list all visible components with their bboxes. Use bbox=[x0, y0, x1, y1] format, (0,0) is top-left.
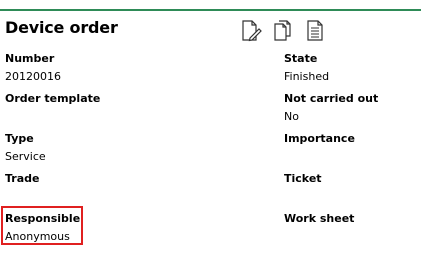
not-carried-out-value: No bbox=[284, 110, 299, 123]
type-label: Type bbox=[5, 132, 34, 145]
toolbar bbox=[240, 19, 326, 43]
number-label: Number bbox=[5, 52, 55, 65]
responsible-label: Responsible bbox=[5, 212, 81, 225]
document-text-icon[interactable] bbox=[304, 19, 326, 43]
state-label: State bbox=[284, 52, 318, 65]
order-template-label: Order template bbox=[5, 92, 101, 105]
edit-document-icon[interactable] bbox=[240, 19, 262, 43]
work-sheet-label: Work sheet bbox=[284, 212, 355, 225]
trade-label: Trade bbox=[5, 172, 40, 185]
type-value: Service bbox=[5, 150, 46, 163]
number-value: 20120016 bbox=[5, 70, 61, 83]
not-carried-out-label: Not carried out bbox=[284, 92, 379, 105]
importance-label: Importance bbox=[284, 132, 355, 145]
responsible-value: Anonymous bbox=[5, 230, 70, 243]
copy-documents-icon[interactable] bbox=[272, 19, 294, 43]
header-divider bbox=[0, 9, 421, 11]
ticket-label: Ticket bbox=[284, 172, 322, 185]
state-value: Finished bbox=[284, 70, 330, 83]
page-title: Device order bbox=[5, 18, 118, 37]
